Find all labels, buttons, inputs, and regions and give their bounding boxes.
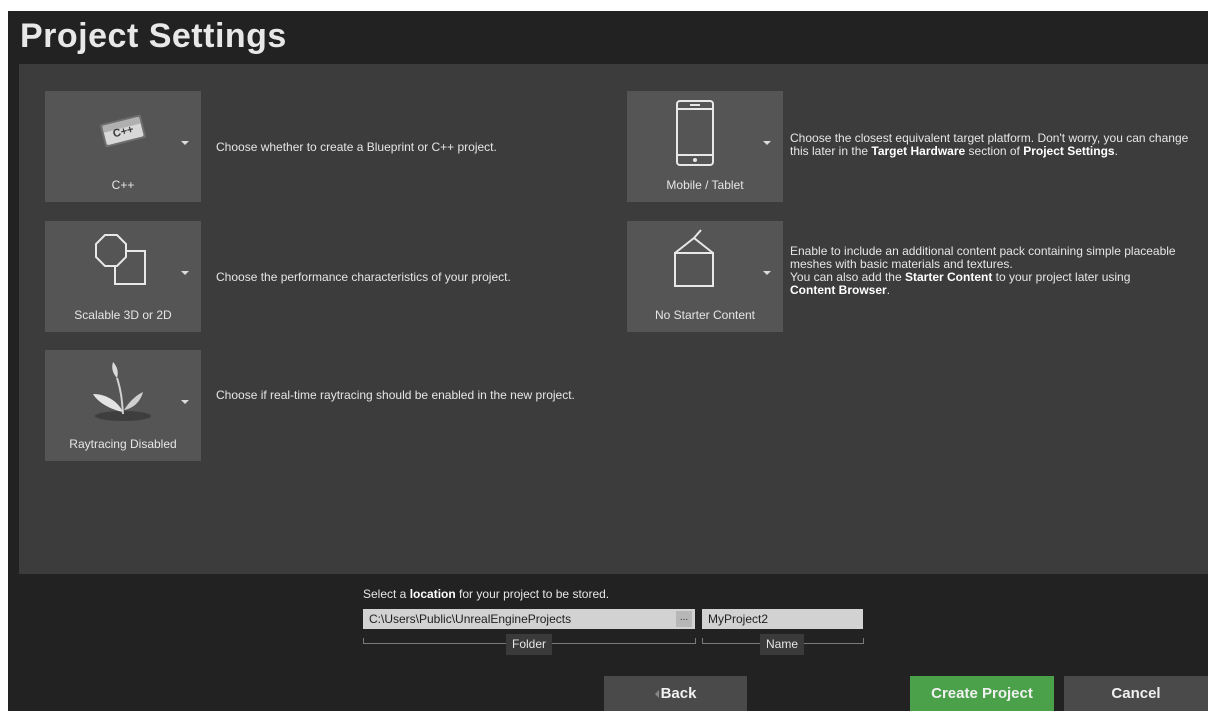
box-icon: [674, 229, 714, 287]
raytracing-label: Raytracing Disabled: [69, 437, 177, 451]
chevron-down-icon: [181, 141, 189, 145]
project-type-description: Choose whether to create a Blueprint or …: [216, 140, 497, 154]
chevron-down-icon: [763, 141, 771, 145]
raytracing-description: Choose if real-time raytracing should be…: [216, 388, 575, 402]
browse-folder-button[interactable]: ...: [676, 611, 692, 627]
mobile-device-icon: [676, 100, 714, 166]
chevron-down-icon: [181, 400, 189, 404]
quality-preset-label: Scalable 3D or 2D: [74, 308, 172, 322]
cpp-icon: C++: [100, 114, 146, 148]
back-button-label: Back: [660, 685, 697, 702]
target-platform-description: Choose the closest equivalent target pla…: [790, 131, 1189, 158]
quality-preset-selector[interactable]: Scalable 3D or 2D: [45, 221, 201, 332]
project-type-label: C++: [111, 178, 135, 192]
chevron-left-icon: [654, 690, 659, 699]
quality-shapes-icon: [95, 234, 146, 285]
page-title: Project Settings: [20, 17, 287, 55]
cancel-button[interactable]: Cancel: [1064, 676, 1208, 711]
chevron-down-icon: [763, 271, 771, 275]
settings-panel: C++ C++ Choose whether to create a Bluep…: [19, 64, 1208, 574]
folder-label: Folder: [506, 634, 552, 655]
folder-path-input[interactable]: C:\Users\Public\UnrealEngineProjects: [363, 609, 695, 629]
starter-content-description: Enable to include an additional content …: [790, 244, 1176, 297]
target-platform-selector[interactable]: Mobile / Tablet: [627, 91, 783, 202]
plant-icon: [93, 362, 151, 421]
back-button[interactable]: Back: [604, 676, 747, 711]
chevron-down-icon: [181, 271, 189, 275]
project-settings-window: Project Settings C++ C++ Choose whether …: [8, 11, 1208, 711]
target-platform-label: Mobile / Tablet: [666, 178, 744, 192]
starter-content-selector[interactable]: No Starter Content: [627, 221, 783, 332]
project-name-input[interactable]: MyProject2: [702, 609, 863, 629]
create-project-button[interactable]: Create Project: [910, 676, 1054, 711]
quality-preset-description: Choose the performance characteristics o…: [216, 270, 511, 284]
project-type-selector[interactable]: C++ C++: [45, 91, 201, 202]
name-label: Name: [760, 634, 804, 655]
location-hint: Select a location for your project to be…: [363, 587, 610, 601]
starter-content-label: No Starter Content: [654, 308, 756, 322]
raytracing-selector[interactable]: Raytracing Disabled: [45, 350, 201, 461]
